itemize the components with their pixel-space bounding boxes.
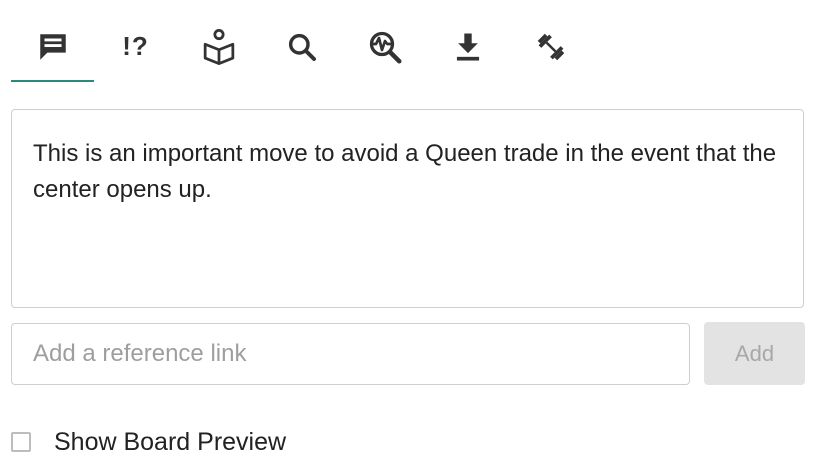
- book-reader-icon: [203, 28, 234, 65]
- comment-textarea[interactable]: This is an important move to avoid a Que…: [11, 109, 804, 308]
- active-tab-indicator: [11, 80, 94, 82]
- tab-opening[interactable]: [177, 12, 260, 81]
- add-reference-button[interactable]: Add: [704, 322, 805, 385]
- tab-comments[interactable]: [11, 12, 94, 81]
- reference-link-input[interactable]: [11, 323, 690, 385]
- tab-search[interactable]: [260, 12, 343, 81]
- comment-icon: [39, 33, 66, 60]
- tab-training[interactable]: [509, 12, 592, 81]
- search-icon: [288, 33, 316, 61]
- tab-analysis[interactable]: [343, 12, 426, 81]
- tab-bar: !?: [11, 12, 611, 84]
- tab-annotations[interactable]: !?: [94, 12, 177, 81]
- move-annotation-icon: !?: [122, 31, 149, 61]
- board-preview-label: Show Board Preview: [54, 427, 287, 456]
- download-icon: [456, 32, 479, 61]
- board-preview-toggle[interactable]: Show Board Preview: [11, 425, 286, 459]
- board-preview-checkbox[interactable]: [11, 432, 31, 452]
- engine-analysis-icon: [369, 31, 401, 63]
- dumbbell-icon: [537, 33, 564, 60]
- tab-download[interactable]: [426, 12, 509, 81]
